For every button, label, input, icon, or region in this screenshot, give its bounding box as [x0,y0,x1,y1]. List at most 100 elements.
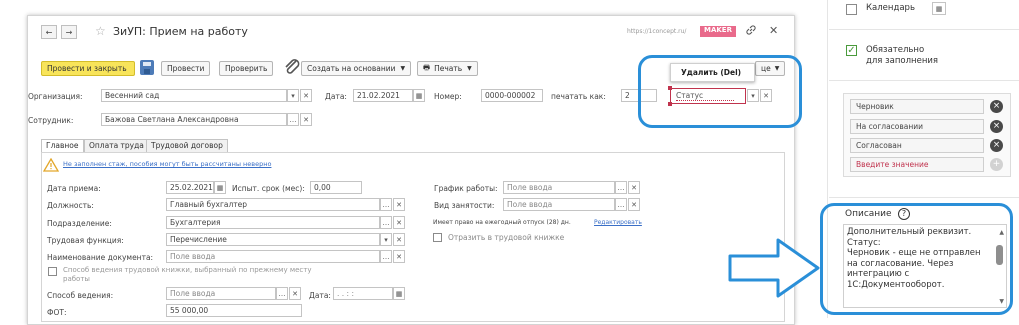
description-textarea[interactable]: Дополнительный реквизит. Статус: Чернови… [843,224,1007,308]
required-checkbox-checked[interactable]: ✓ [846,45,857,56]
calendar-option-label: Календарь [866,3,915,13]
list-item[interactable]: Согласован [850,138,984,153]
docname-clear-button[interactable]: ✕ [393,250,405,263]
print-button[interactable]: 🖶 Печать ▼ [417,61,478,76]
scrollbar-thumb[interactable] [996,245,1003,265]
scroll-up-icon[interactable]: ▲ [999,229,1004,236]
calendar-icon[interactable]: ▦ [413,89,425,102]
schedule-clear-button[interactable]: ✕ [628,181,640,194]
docname-select-button[interactable]: … [380,250,392,263]
warning-icon [42,157,60,174]
remove-icon[interactable]: × [990,120,1003,133]
date-field[interactable]: 21.02.2021 [353,89,413,102]
docname-field[interactable]: Поле ввода [166,250,380,263]
post-and-close-button[interactable]: Провести и закрыть [41,61,135,76]
description-label: Описание [845,209,892,219]
check-button[interactable]: Проверить [219,61,274,76]
organization-label: Организация: [28,92,83,101]
add-icon[interactable]: + [990,158,1003,171]
calendar-checkbox[interactable] [846,4,857,15]
calendar-icon[interactable]: ▦ [214,181,226,194]
tab-payment[interactable]: Оплата труда [84,139,149,152]
position-select-button[interactable]: … [380,198,392,211]
required-label-line2: для заполнения [866,56,939,66]
keep-method-label-line1: Способ ведения трудовой книжки, выбранны… [63,266,312,274]
scroll-down-icon[interactable]: ▼ [999,298,1004,305]
schedule-select-button[interactable]: … [615,181,627,194]
date-label: Дата: [325,92,347,101]
number-field[interactable]: 0000-000002 [481,89,543,102]
save-icon[interactable] [140,60,154,75]
employee-label: Сотрудник: [28,116,74,125]
brand-logo: MAKER [700,26,736,37]
post-button[interactable]: Провести [161,61,211,76]
position-clear-button[interactable]: ✕ [393,198,405,211]
employee-field[interactable]: Бажова Светлана Александровна [101,113,287,126]
print-label: Печать [434,64,463,73]
department-field[interactable]: Бухгалтерия [166,216,380,229]
employee-clear-button[interactable]: ✕ [300,113,312,126]
remove-icon[interactable]: × [990,100,1003,113]
forward-button[interactable]: → [61,25,77,39]
favorite-star-icon[interactable]: ☆ [95,24,106,38]
method-select-button[interactable]: … [276,287,288,300]
organization-clear-button[interactable]: ✕ [300,89,312,102]
list-item[interactable]: Черновик [850,99,984,114]
warning-link[interactable]: Не заполнен стаж, пособия могут быть рас… [63,160,271,168]
calendar-icon: ▦ [932,2,946,15]
hire-date-label: Дата приема: [47,184,101,193]
method-date-label: Дата: [309,291,331,300]
department-clear-button[interactable]: ✕ [393,216,405,229]
keep-method-label-line2: работы [63,275,90,283]
enter-value-input[interactable]: Введите значение [850,157,984,172]
employment-clear-button[interactable]: ✕ [628,198,640,211]
position-field[interactable]: Главный бухгалтер [166,198,380,211]
trial-field[interactable]: 0,00 [310,181,362,194]
method-date-field[interactable]: . . : : [333,287,393,300]
fot-field[interactable]: 55 000,00 [166,304,302,317]
back-button[interactable]: ← [41,25,57,39]
organization-field[interactable]: Весенний сад [101,89,287,102]
hire-date-field[interactable]: 25.02.2021 [166,181,214,194]
highlight-frame [638,55,802,128]
method-clear-button[interactable]: ✕ [289,287,301,300]
arrow-left-icon: ← [45,27,53,37]
docname-label: Наименование документа: [47,253,154,262]
organization-dropdown-button[interactable]: ▾ [287,89,299,102]
employment-field[interactable]: Поле ввода [503,198,615,211]
function-field[interactable]: Перечисление [166,233,380,246]
paperclip-icon[interactable] [283,57,301,79]
schedule-field[interactable]: Поле ввода [503,181,615,194]
tab-main[interactable]: Главное [41,139,84,152]
create-based-on-button[interactable]: Создать на основании ▼ [301,61,412,76]
employee-select-button[interactable]: … [287,113,299,126]
page-title: ЗиУП: Прием на работу [113,25,248,38]
department-label: Подразделение: [47,219,112,228]
trial-label: Испыт. срок (мес): [232,184,305,193]
help-icon[interactable]: ? [898,208,910,220]
link-icon[interactable] [745,24,757,39]
print-as-label: печатать как: [551,92,606,101]
remove-icon[interactable]: × [990,139,1003,152]
function-dropdown-button[interactable]: ▾ [380,233,392,246]
function-clear-button[interactable]: ✕ [393,233,405,246]
schedule-label: График работы: [434,184,498,193]
method-field[interactable]: Поле ввода [166,287,276,300]
site-url[interactable]: https://1concept.ru/ [627,28,686,35]
method-label: Способ ведения: [47,291,114,300]
list-item[interactable]: На согласовании [850,119,984,134]
vacation-edit-link[interactable]: Редактировать [594,219,642,226]
tab-labor-contract[interactable]: Трудовой договор [146,139,228,152]
close-icon[interactable]: ✕ [769,24,778,37]
divider [829,29,1019,30]
department-select-button[interactable]: … [380,216,392,229]
printer-icon: 🖶 [423,63,431,72]
number-label: Номер: [434,92,462,101]
tab-content-panel [41,152,785,322]
employment-select-button[interactable]: … [615,198,627,211]
arrow-right-icon: → [65,27,73,37]
function-label: Трудовая функция: [47,236,124,245]
keep-method-checkbox[interactable] [48,267,57,276]
calendar-icon[interactable]: ▦ [393,287,405,300]
reflect-checkbox[interactable] [433,233,442,242]
